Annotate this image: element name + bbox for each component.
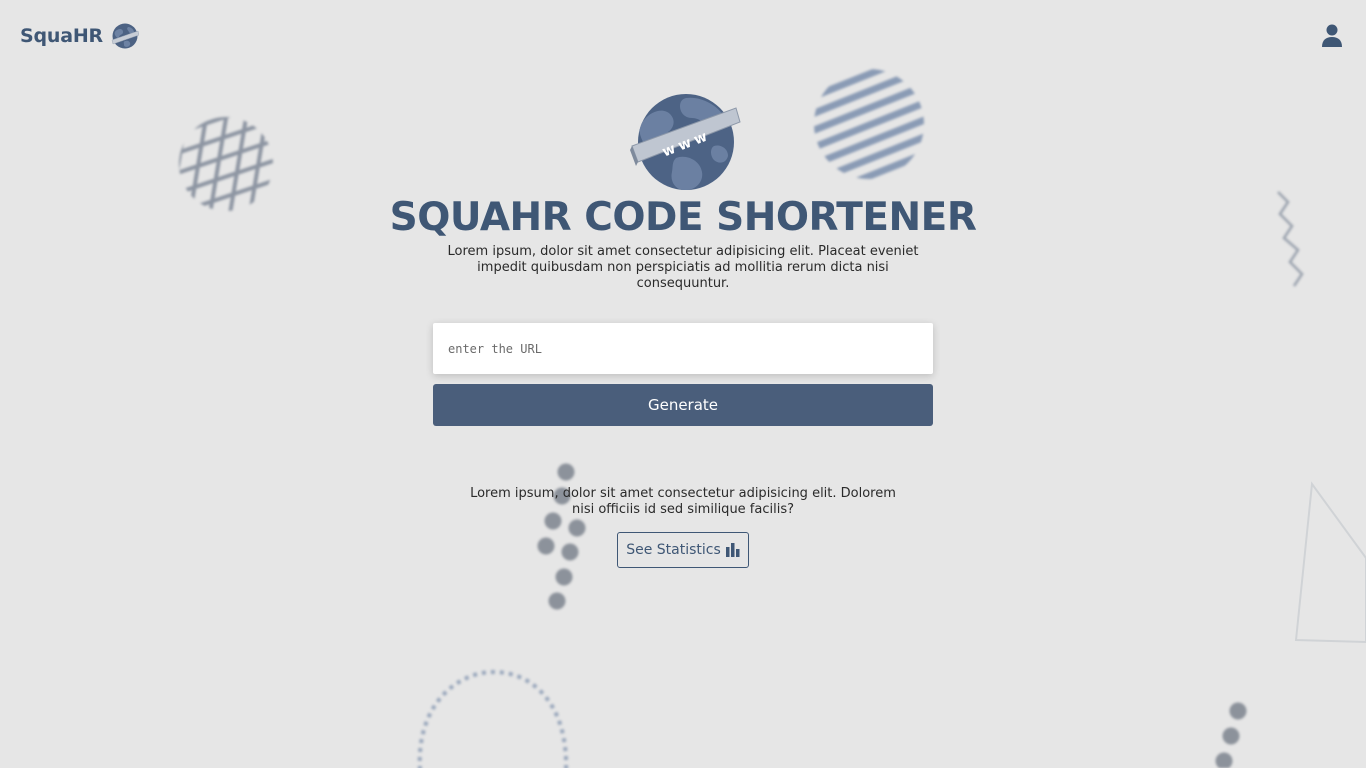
- decor-dot-chain-corner: [1215, 702, 1247, 768]
- page: SquaHR www SQUAHR CODE SHORTENER Lorem i…: [0, 0, 1366, 768]
- see-statistics-button[interactable]: See Statistics: [617, 532, 749, 568]
- bar-chart-icon: [725, 543, 740, 557]
- page-title: SQUAHR CODE SHORTENER: [389, 195, 977, 240]
- decor-dotted-arc: [417, 669, 568, 768]
- page-subtitle: Lorem ipsum, dolor sit amet consectetur …: [447, 244, 919, 291]
- see-statistics-label: See Statistics: [626, 542, 721, 558]
- brand-logo[interactable]: SquaHR: [20, 22, 139, 50]
- generate-button[interactable]: Generate: [433, 384, 933, 426]
- url-input[interactable]: [433, 323, 933, 374]
- brand-name: SquaHR: [20, 25, 103, 47]
- decor-dot-chain-center: [537, 463, 586, 610]
- stats-description: Lorem ipsum, dolor sit amet consectetur …: [470, 486, 896, 517]
- globe-www-icon: [111, 23, 139, 49]
- globe-www-icon: www: [630, 94, 741, 190]
- decor-striped-circle: [814, 69, 924, 179]
- user-icon[interactable]: [1322, 24, 1342, 48]
- decor-triangle: [1294, 481, 1366, 644]
